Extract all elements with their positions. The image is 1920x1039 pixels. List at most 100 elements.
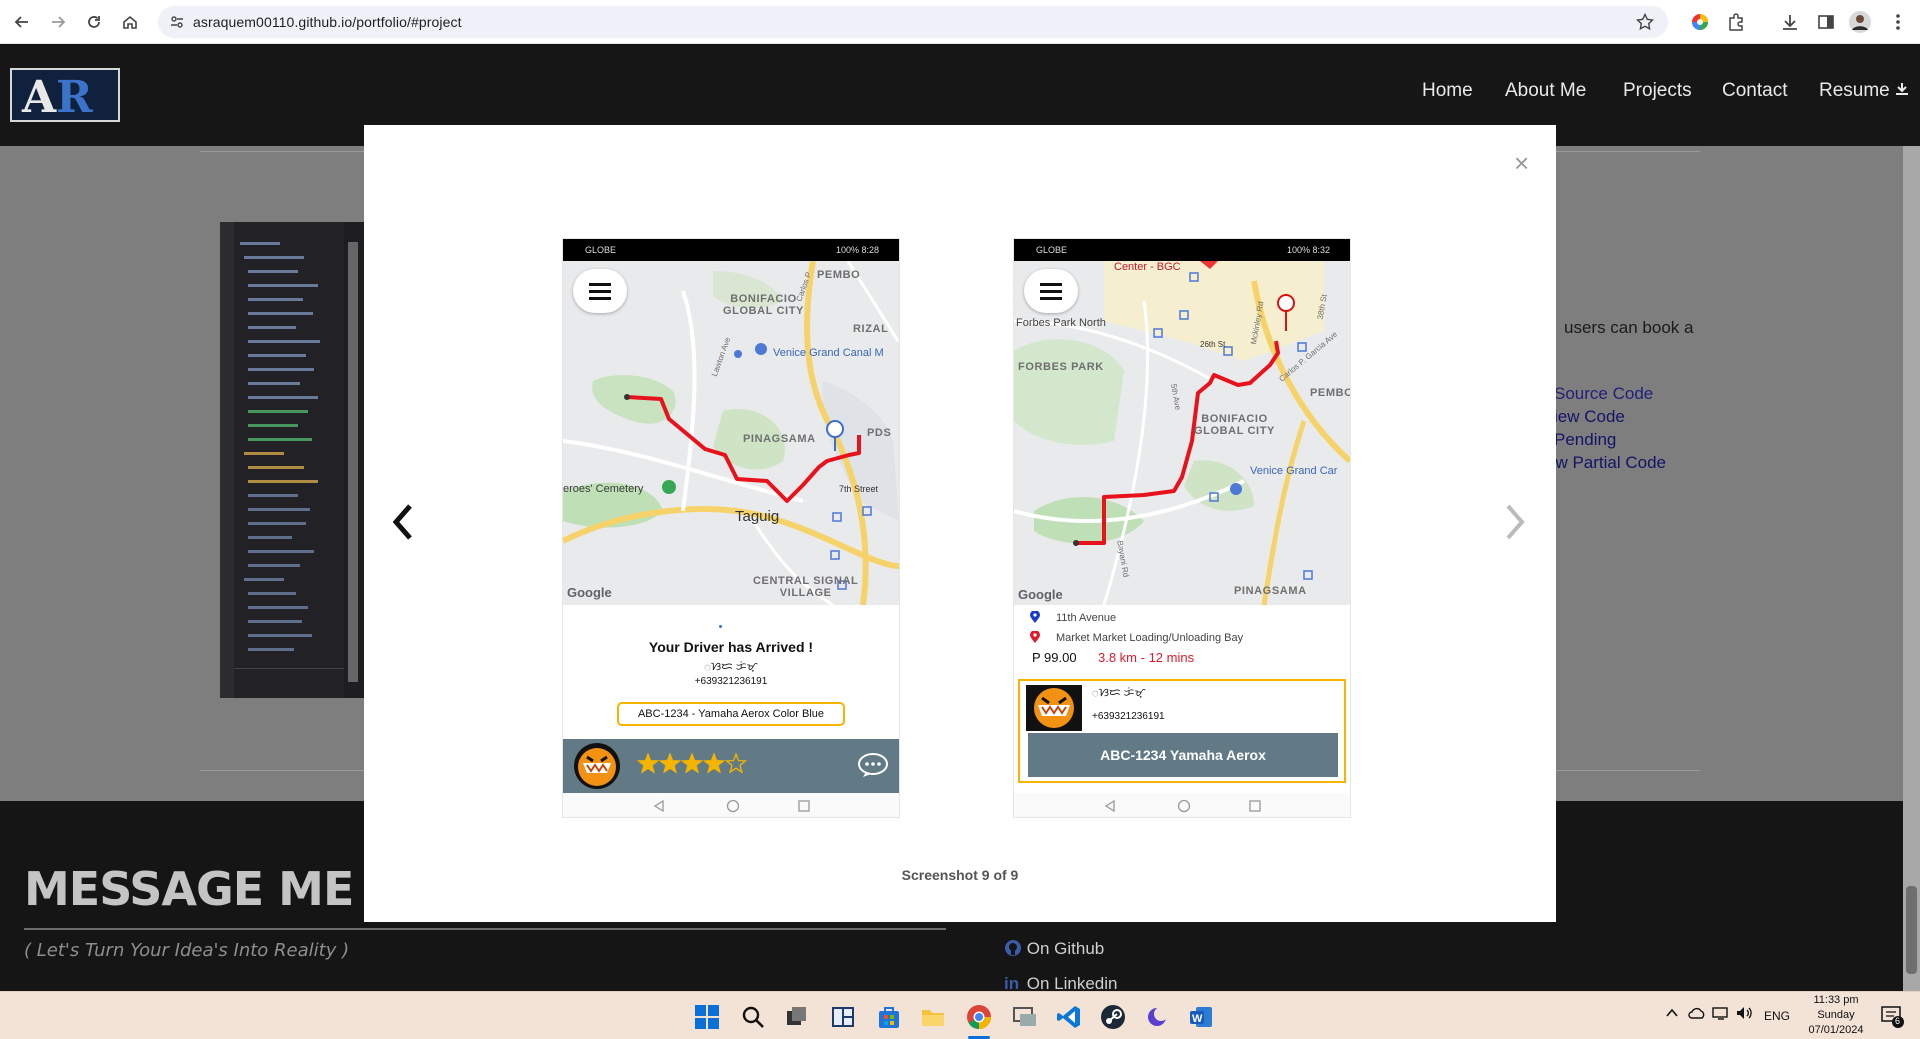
nav-projects[interactable]: Projects (1623, 80, 1692, 102)
reload-icon[interactable] (82, 10, 106, 34)
view-partial-code-link[interactable]: ew Partial Code (1546, 453, 1666, 473)
url-text[interactable]: asraquem00110.github.io/portfolio/#proje… (193, 14, 462, 30)
project-code-thumbnail[interactable] (220, 222, 365, 698)
home-icon[interactable] (118, 10, 142, 34)
google-logo: Google (567, 585, 612, 600)
android-nav-bar (563, 793, 899, 817)
battery-time: 100% 8:28 (835, 245, 879, 255)
chrome-icon[interactable] (966, 1004, 992, 1030)
onedrive-cloud-icon[interactable] (1688, 1006, 1706, 1020)
map-label: 26th St (1200, 340, 1226, 349)
address-bar[interactable]: asraquem00110.github.io/portfolio/#proje… (158, 6, 1668, 38)
clock-time[interactable]: 11:33 pm (1806, 994, 1866, 1006)
nav-about[interactable]: About Me (1505, 80, 1586, 102)
pending-link[interactable]: Pending (1554, 430, 1616, 450)
sidepanel-icon[interactable] (1814, 10, 1838, 34)
extensions-icon[interactable] (1724, 10, 1748, 34)
site-logo[interactable]: A R (10, 68, 120, 122)
star-filled-icon (702, 753, 726, 774)
windows-start-icon[interactable] (694, 1004, 720, 1030)
volume-icon[interactable] (1736, 1006, 1754, 1020)
google-logo: Google (1018, 587, 1063, 602)
star-filled-icon (680, 753, 704, 774)
task-view-icon[interactable] (784, 1004, 810, 1030)
widgets-icon[interactable] (830, 1004, 856, 1030)
remote-desktop-icon[interactable] (1012, 1004, 1038, 1030)
chevron-right-icon[interactable] (1500, 500, 1530, 544)
download-icon (1896, 83, 1909, 95)
map-label: CENTRAL SIGNAL VILLAGE (753, 575, 859, 599)
color-extension-icon[interactable] (1688, 10, 1712, 34)
driver-name: ᜀᜐᜇ ᜃᜒᜋ᜔ (704, 661, 758, 673)
back-icon[interactable] (10, 10, 34, 34)
download-icon[interactable] (1778, 10, 1802, 34)
chevron-left-icon[interactable] (388, 500, 418, 544)
hamburger-menu-icon[interactable] (1024, 269, 1078, 313)
map-view: PEMBO BONIFACIO GLOBAL CITY RIZAL Venice… (563, 261, 899, 605)
scrollbar-thumb[interactable] (1906, 886, 1917, 974)
loading-dot (719, 625, 722, 628)
map-label: Venice Grand Canal M (773, 347, 884, 359)
map-label: eroes' Cemetery (563, 483, 644, 495)
svg-text:A: A (21, 72, 57, 120)
forward-icon[interactable] (46, 10, 70, 34)
vscode-icon[interactable] (1056, 1004, 1082, 1030)
page-scrollbar[interactable] (1903, 146, 1920, 991)
menu-kebab-icon[interactable] (1886, 10, 1910, 34)
view-code-link[interactable]: iew Code (1554, 407, 1625, 427)
message-me-subtitle: ( Let's Turn Your Idea's Into Reality ) (24, 940, 350, 961)
nav-contact[interactable]: Contact (1722, 80, 1787, 102)
driver-phone: +639321236191 (694, 676, 768, 687)
map-label: Center - BGC (1114, 261, 1181, 273)
nav-resume[interactable]: Resume (1819, 80, 1909, 102)
chat-icon[interactable] (857, 752, 889, 778)
map-label: Venice Grand Car (1250, 465, 1338, 477)
phone-screenshot-driver-arrived: GLOBE 100% 8:28 PEMBO BONIFACIO GLOBAL C… (563, 239, 899, 817)
file-explorer-icon[interactable] (920, 1004, 946, 1030)
map-label: Forbes Park North (1016, 317, 1106, 329)
app-moon-icon[interactable] (1144, 1004, 1170, 1030)
windows-taskbar: W ENG 11:33 pm Sunday 07/01/2024 6 (0, 991, 1920, 1039)
distance-duration: 3.8 km - 12 mins (1098, 650, 1195, 665)
word-icon[interactable]: W (1188, 1004, 1214, 1030)
footer-divider (24, 928, 946, 930)
map-label: Taguig (735, 508, 780, 525)
map-label: RIZAL (853, 323, 889, 335)
source-code-link[interactable]: Source Code (1554, 384, 1653, 404)
chevron-up-icon[interactable] (1666, 1008, 1678, 1018)
phone-status-bar: GLOBE 100% 8:32 (1014, 239, 1350, 261)
search-icon[interactable] (740, 1004, 766, 1030)
driver-rating-stars (637, 753, 749, 775)
github-icon (1005, 940, 1021, 956)
close-icon[interactable]: × (1514, 150, 1529, 176)
map-label: BONIFACIO GLOBAL CITY (1194, 413, 1275, 437)
driver-name: ᜀᜐᜇ ᜃᜒᜋ᜔ (1092, 687, 1146, 699)
site-info-icon[interactable] (170, 15, 184, 29)
message-me-heading: MESSAGE ME (24, 862, 354, 916)
language-indicator[interactable]: ENG (1764, 1009, 1790, 1023)
notification-icon[interactable]: 6 (1880, 1004, 1904, 1028)
dropoff-pin-icon (1030, 631, 1040, 643)
screenshot-lightbox-modal (364, 125, 1556, 922)
github-link[interactable]: On Github (1004, 939, 1104, 959)
hamburger-menu-icon[interactable] (573, 269, 627, 313)
clock-date: 07/01/2024 (1808, 1024, 1864, 1036)
fare-price: P 99.00 (1032, 650, 1077, 665)
store-icon[interactable] (876, 1004, 902, 1030)
profile-avatar[interactable] (1848, 10, 1872, 34)
dropoff-location: Market Market Loading/Unloading Bay (1056, 632, 1244, 644)
screenshot-counter: Screenshot 9 of 9 (901, 867, 1019, 883)
network-icon[interactable] (1712, 1006, 1730, 1020)
map-label: PEMBO (817, 269, 861, 281)
github-link-label: On Github (1026, 939, 1105, 958)
star-filled-icon (637, 753, 660, 774)
driver-arrived-title: Your Driver has Arrived ! (648, 639, 814, 655)
star-filled-icon (658, 753, 682, 774)
bookmark-star-icon[interactable] (1636, 13, 1654, 31)
pickup-location: 11th Avenue (1056, 612, 1117, 624)
nav-home[interactable]: Home (1422, 80, 1473, 102)
notification-count: 6 (1895, 1016, 1901, 1026)
steam-icon[interactable] (1100, 1004, 1126, 1030)
project-description-fragment: users can book a (1564, 318, 1694, 337)
android-nav-bar (1014, 793, 1350, 817)
